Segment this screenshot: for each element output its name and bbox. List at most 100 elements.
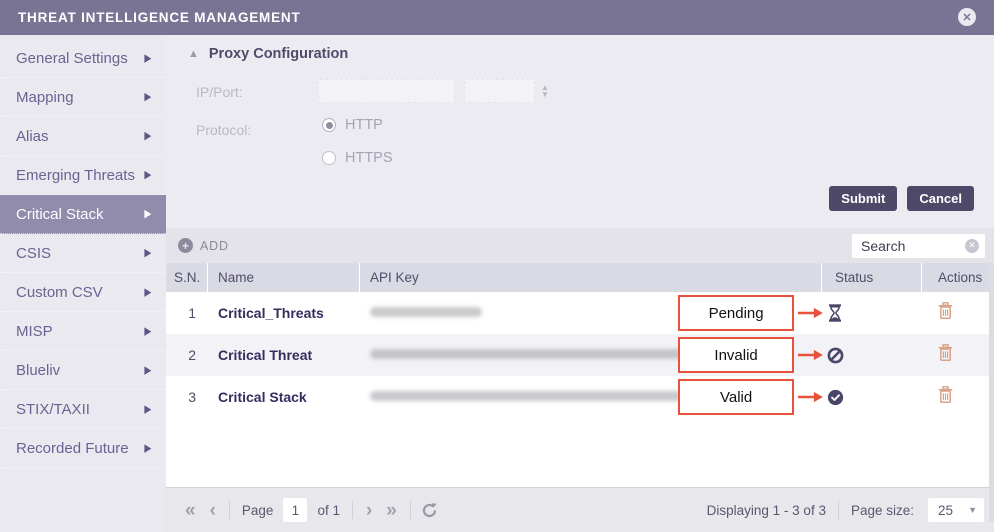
- vertical-scrollbar[interactable]: [989, 263, 994, 522]
- chevron-right-icon: ▶: [144, 129, 152, 143]
- proxy-section-title: Proxy Configuration: [208, 46, 349, 62]
- sidebar-item-label: Emerging Threats: [16, 166, 135, 184]
- sidebar-item-label: Alias: [16, 127, 49, 145]
- add-button-label: ADD: [200, 238, 229, 253]
- sidebar-item-critical-stack[interactable]: Critical Stack ▶: [0, 195, 166, 234]
- previous-page-icon[interactable]: ‹: [203, 501, 223, 520]
- sidebar-item-csis[interactable]: CSIS ▶: [0, 234, 166, 273]
- sidebar-item-label: General Settings: [16, 49, 128, 67]
- divider: [837, 501, 839, 519]
- sidebar-item-custom-csv[interactable]: Custom CSV ▶: [0, 273, 166, 312]
- chevron-down-icon: ▼: [968, 505, 977, 515]
- port-field[interactable]: [464, 79, 535, 103]
- sidebar-item-blueliv[interactable]: Blueliv ▶: [0, 351, 166, 390]
- row-status-cell: [822, 304, 922, 322]
- window-titlebar: THREAT INTELLIGENCE MANAGEMENT ✕: [0, 0, 994, 35]
- refresh-icon[interactable]: [421, 502, 438, 519]
- table-row: 2 Critical Threat Invalid: [166, 334, 994, 376]
- chevron-right-icon: ▶: [144, 324, 152, 338]
- sidebar-item-label: Custom CSV: [16, 283, 103, 301]
- row-api-key: [360, 304, 822, 322]
- stepper-down-icon[interactable]: ▼: [541, 91, 549, 99]
- page-size-label: Page size:: [850, 502, 914, 518]
- radio-https-label: HTTPS: [345, 150, 393, 166]
- chevron-right-icon: ▶: [144, 402, 152, 416]
- plus-icon: +: [178, 238, 193, 253]
- protocol-label: Protocol:: [196, 122, 252, 138]
- page-of-label: of 1: [317, 502, 340, 518]
- sidebar-item-alias[interactable]: Alias ▶: [0, 117, 166, 156]
- sidebar-item-emerging-threats[interactable]: Emerging Threats ▶: [0, 156, 166, 195]
- hourglass-icon: [829, 304, 841, 322]
- row-name: Critical_Threats: [218, 305, 324, 321]
- sidebar-item-stix-taxii[interactable]: STIX/TAXII ▶: [0, 390, 166, 429]
- row-actions-cell: [922, 301, 994, 325]
- page-number-input[interactable]: [283, 498, 308, 522]
- row-serial-number: 1: [188, 305, 196, 321]
- row-status-cell: [822, 347, 922, 364]
- divider: [409, 501, 411, 519]
- search-box: ✕: [852, 233, 985, 258]
- first-page-icon[interactable]: «: [178, 501, 203, 520]
- proxy-section-header: ▲ Proxy Configuration: [166, 43, 994, 65]
- window-body: General Settings ▶ Mapping ▶ Alias ▶ Eme…: [0, 35, 994, 532]
- ip-port-label: IP/Port:: [196, 84, 243, 100]
- form-buttons: Submit Cancel: [829, 186, 974, 211]
- page-size-value: 25: [938, 502, 954, 518]
- row-api-key: [360, 388, 822, 406]
- row-serial-number: 2: [188, 347, 196, 363]
- clear-search-icon[interactable]: ✕: [965, 238, 979, 253]
- column-header-status[interactable]: Status: [822, 263, 922, 292]
- delete-icon[interactable]: [938, 385, 953, 404]
- sidebar-item-misp[interactable]: MISP ▶: [0, 312, 166, 351]
- chevron-right-icon: ▶: [144, 168, 152, 182]
- api-key-redacted: [370, 391, 682, 401]
- pagination-bar: « ‹ Page of 1 › » Displaying 1 - 3 of 3: [166, 487, 994, 532]
- last-page-icon[interactable]: »: [379, 501, 404, 520]
- api-key-redacted: [370, 349, 685, 359]
- column-header-actions[interactable]: Actions: [922, 263, 994, 292]
- column-header-name[interactable]: Name: [208, 263, 360, 292]
- page-size-select[interactable]: 25 ▼: [928, 498, 984, 522]
- row-serial-number: 3: [188, 389, 196, 405]
- collapse-icon[interactable]: ▲: [188, 48, 199, 60]
- ip-field[interactable]: [318, 79, 455, 103]
- api-key-redacted: [370, 307, 482, 317]
- ip-port-row: IP/Port: ▲ ▼: [166, 79, 994, 103]
- submit-button[interactable]: Submit: [829, 186, 898, 211]
- close-icon[interactable]: ✕: [958, 8, 976, 26]
- sidebar-item-label: Critical Stack: [16, 205, 104, 223]
- chevron-right-icon: ▶: [144, 207, 152, 221]
- column-header-sn[interactable]: S.N.: [166, 263, 208, 292]
- row-actions-cell: [922, 343, 994, 367]
- port-stepper[interactable]: ▲ ▼: [541, 79, 549, 103]
- row-actions-cell: [922, 385, 994, 409]
- chevron-right-icon: ▶: [144, 51, 152, 65]
- sidebar-item-mapping[interactable]: Mapping ▶: [0, 78, 166, 117]
- delete-icon[interactable]: [938, 343, 953, 362]
- cancel-button[interactable]: Cancel: [907, 186, 974, 211]
- table-header: S.N. Name API Key Status Actions: [166, 263, 994, 292]
- sidebar-item-label: Recorded Future: [16, 439, 129, 457]
- page-title: THREAT INTELLIGENCE MANAGEMENT: [18, 10, 301, 25]
- radio-selected-icon[interactable]: [322, 118, 336, 132]
- proxy-configuration-section: ▲ Proxy Configuration IP/Port: ▲ ▼ Proto…: [166, 35, 994, 228]
- add-button[interactable]: + ADD: [178, 238, 229, 253]
- chevron-right-icon: ▶: [144, 363, 152, 377]
- sidebar-item-recorded-future[interactable]: Recorded Future ▶: [0, 429, 166, 468]
- sidebar-item-general-settings[interactable]: General Settings ▶: [0, 39, 166, 78]
- table-body: 1 Critical_Threats Pending 2 Critical Th…: [166, 292, 994, 418]
- radio-https[interactable]: HTTPS: [322, 150, 393, 166]
- radio-http[interactable]: HTTP: [322, 117, 393, 133]
- sidebar-item-label: STIX/TAXII: [16, 400, 90, 418]
- threat-intelligence-window: THREAT INTELLIGENCE MANAGEMENT ✕ General…: [0, 0, 994, 532]
- next-page-icon[interactable]: ›: [359, 501, 379, 520]
- radio-unselected-icon[interactable]: [322, 151, 336, 165]
- chevron-right-icon: ▶: [144, 285, 152, 299]
- column-header-api-key[interactable]: API Key: [360, 263, 822, 292]
- check-circle-icon: [827, 389, 844, 405]
- divider: [351, 501, 353, 519]
- displaying-text: Displaying 1 - 3 of 3: [706, 502, 826, 518]
- divider: [228, 501, 230, 519]
- delete-icon[interactable]: [938, 301, 953, 320]
